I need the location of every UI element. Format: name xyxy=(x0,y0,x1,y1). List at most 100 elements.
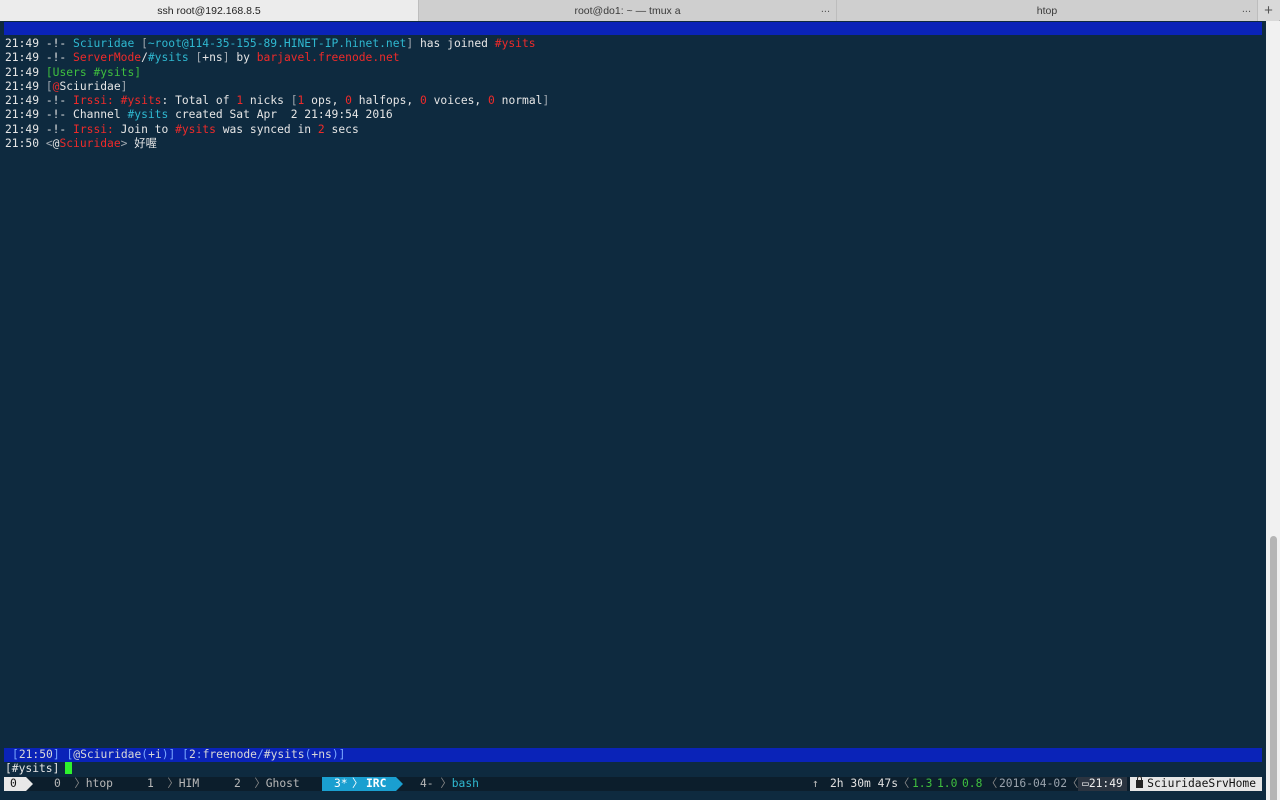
irssi-status-bar: [21:50] [@Sciuridae(+i)] [2:freenode/#ys… xyxy=(4,748,1262,762)
log-text-segment: has joined xyxy=(413,37,495,50)
log-text-segment: ] xyxy=(542,94,550,108)
log-text-segment: < xyxy=(45,137,53,151)
log-prefix: -!- xyxy=(45,94,67,108)
powerline-arrow-icon xyxy=(396,777,403,791)
log-timestamp: 21:49 xyxy=(5,65,40,79)
log-text-segment: #ysits xyxy=(120,94,162,108)
log-timestamp: 21:49 xyxy=(5,79,40,93)
tmux-load-15: 0.8 xyxy=(962,777,983,790)
tmux-window-3-active[interactable]: 3* 〉 IRC xyxy=(322,777,396,791)
status-network: freenode xyxy=(202,748,257,761)
tmux-window-2[interactable]: 2 〉Ghost xyxy=(234,777,300,791)
log-line: 21:49 [Users #ysits] xyxy=(5,66,1260,80)
lock-icon xyxy=(1136,776,1144,788)
log-text-segment: Irssi: xyxy=(73,122,114,136)
irc-input-line[interactable]: [#ysits] xyxy=(5,762,73,776)
status-time: 21:50 xyxy=(18,748,53,761)
log-prefix: -!- xyxy=(45,108,67,122)
tmux-load-5: 1.0 xyxy=(937,777,958,790)
log-timestamp: 21:49 xyxy=(5,122,40,136)
log-timestamp: 21:49 xyxy=(5,37,40,50)
log-text-segment: +ns xyxy=(202,51,223,65)
log-text-segment: Join to xyxy=(113,122,176,136)
chevron-right-icon: 〉 xyxy=(60,777,86,790)
tmux-window-0[interactable]: 0 〉htop xyxy=(54,777,113,791)
log-text-segment: #ysits xyxy=(175,122,216,136)
tmux-window-4[interactable]: 4- 〉bash xyxy=(420,777,479,791)
log-text-segment: 0 xyxy=(420,94,427,108)
tmux-clock: ▭21:49 xyxy=(1078,777,1127,791)
log-text-segment: ops, xyxy=(304,94,346,108)
log-text-segment: [ xyxy=(45,65,53,79)
log-text-segment: [ xyxy=(45,79,53,93)
log-timestamp: 21:49 xyxy=(5,94,40,108)
log-text-segment: ServerMode xyxy=(73,51,142,65)
tab-label: htop xyxy=(1036,4,1058,17)
tab-overflow-icon[interactable]: ... xyxy=(1242,3,1251,15)
tab-label: ssh root@192.168.8.5 xyxy=(157,4,261,17)
status-channel: #ysits xyxy=(263,748,305,761)
log-prefix: -!- xyxy=(45,37,67,50)
log-line: 21:49 -!- Irssi: #ysits: Total of 1 nick… xyxy=(5,94,1260,108)
log-prefix: -!- xyxy=(45,122,67,136)
uptime-arrow-icon: ↑ xyxy=(812,777,819,790)
log-line: 21:49 -!- Channel #ysits created Sat Apr… xyxy=(5,108,1260,122)
tmux-uptime: 2h 30m 47s xyxy=(830,777,899,790)
window-index: 4- xyxy=(420,777,434,790)
log-timestamp: 21:49 xyxy=(5,51,40,65)
scrollbar-thumb[interactable] xyxy=(1270,536,1277,800)
log-text-segment: ] xyxy=(134,65,142,79)
log-text-segment: barjavel.freenode.net xyxy=(256,51,400,65)
log-text-segment: was synced in xyxy=(215,122,318,136)
log-timestamp: 21:50 xyxy=(5,137,40,151)
chevron-left-icon: 〈 xyxy=(1067,777,1079,790)
log-text-segment: / xyxy=(141,51,148,65)
scrollbar[interactable] xyxy=(1266,21,1280,800)
powerline-arrow-icon xyxy=(26,777,33,791)
chevron-right-icon: 〉 xyxy=(352,777,364,790)
log-text-segment: halfops, xyxy=(351,94,420,108)
status-nick: @Sciuridae xyxy=(73,748,142,761)
tmux-status-bar: 0 0 〉htop 1 〉HIM 2 〉Ghost 3* 〉 IRC 4- 〉b… xyxy=(4,776,1262,791)
log-text-segment: voices, xyxy=(426,94,489,108)
tmux-session-name: 0 xyxy=(4,777,26,791)
log-line: 21:49 -!- ServerMode/#ysits [+ns] by bar… xyxy=(5,51,1260,65)
chevron-left-icon: 〈 xyxy=(898,777,910,790)
text-cursor xyxy=(65,762,73,774)
log-text-segment: 好喔 xyxy=(127,137,157,151)
log-text-segment: nicks xyxy=(243,94,291,108)
tmux-hostname: SciuridaeSrvHome xyxy=(1130,776,1262,791)
tab-overflow-icon[interactable]: ... xyxy=(821,3,830,15)
tmux-window-1[interactable]: 1 〉HIM xyxy=(147,777,199,791)
log-text-segment: [ xyxy=(290,94,298,108)
chevron-right-icon: 〉 xyxy=(153,777,179,790)
window-name: Ghost xyxy=(265,777,300,790)
log-text-segment: : Total of xyxy=(161,94,237,108)
log-text-segment: by xyxy=(229,51,257,65)
log-text-segment: [ xyxy=(188,51,203,65)
log-timestamp: 21:49 xyxy=(5,108,40,122)
log-text-segment: ] xyxy=(222,51,230,65)
window-index: 2 xyxy=(234,777,241,790)
log-text-segment: 0 xyxy=(345,94,352,108)
log-text-segment: #ysits xyxy=(494,37,536,50)
log-text-segment: Users xyxy=(52,65,94,79)
log-text-segment: #ysits xyxy=(93,65,135,79)
new-tab-button[interactable]: + xyxy=(1258,0,1279,21)
tab-tmux[interactable]: root@do1: ~ — tmux a ... xyxy=(419,0,837,21)
window-index: 1 xyxy=(147,777,154,790)
log-text-segment: 2 xyxy=(317,122,325,136)
log-text-segment: Sciuridae xyxy=(73,37,135,50)
tab-ssh[interactable]: ssh root@192.168.8.5 xyxy=(0,0,419,21)
tab-htop[interactable]: htop ... xyxy=(837,0,1258,21)
log-text-segment: ~root@114-35-155-89.HINET-IP.hinet.net xyxy=(147,37,407,50)
chevron-right-icon: 〉 xyxy=(433,777,452,790)
log-text-segment: secs xyxy=(324,122,359,136)
input-prompt: [#ysits] xyxy=(5,762,60,775)
window-name: HIM xyxy=(178,777,200,790)
log-line: 21:49 -!- Irssi: Join to #ysits was sync… xyxy=(5,123,1260,137)
log-text-segment: 0 xyxy=(488,94,495,108)
tmux-date: 2016-04-02 xyxy=(999,777,1068,790)
log-text-segment: ] xyxy=(120,79,128,93)
window-index: 3* xyxy=(334,777,348,790)
